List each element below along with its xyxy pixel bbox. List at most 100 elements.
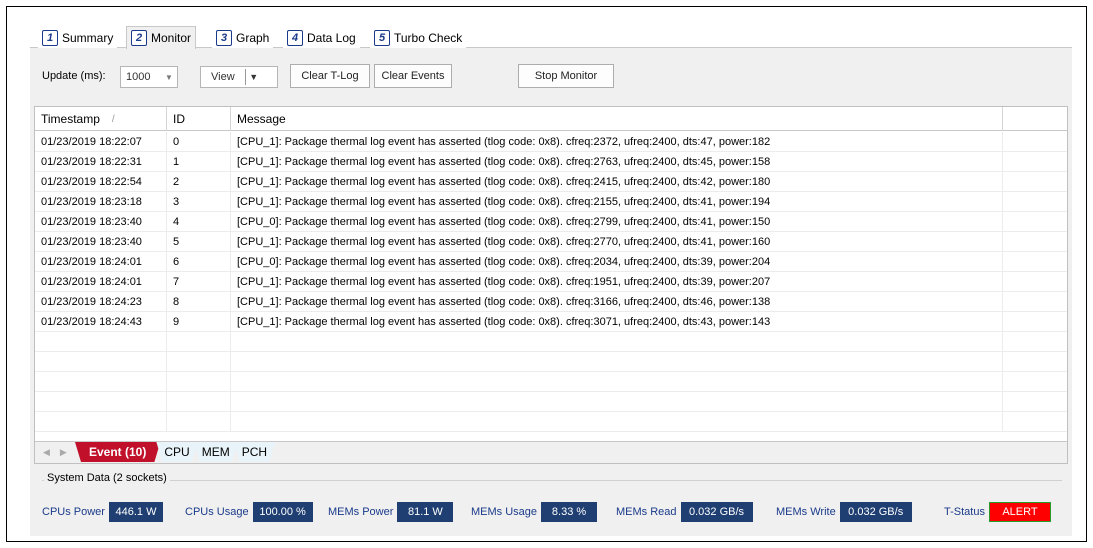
empty-table-row	[35, 332, 1067, 352]
tab-label: Graph	[236, 30, 270, 45]
bottom-tab-event[interactable]: Event (10)	[75, 442, 160, 462]
cell-empty	[1003, 232, 1067, 252]
tab-data-log[interactable]: 4 Data Log	[283, 27, 360, 48]
chevron-left-icon[interactable]: ◀	[43, 447, 50, 458]
cell-message: [CPU_1]: Package thermal log event has a…	[231, 192, 1003, 212]
cell-empty	[1003, 372, 1067, 392]
cell-timestamp: 01/23/2019 18:22:54	[35, 172, 167, 192]
empty-table-row	[35, 372, 1067, 392]
metric-value: 100.00 %	[252, 502, 313, 522]
cell-id: 0	[167, 132, 231, 152]
cell-timestamp: 01/23/2019 18:23:40	[35, 212, 167, 232]
bottom-tab-cpu[interactable]: CPU	[156, 442, 197, 462]
cell-timestamp	[35, 412, 167, 432]
view-dropdown-button[interactable]: View ▼	[200, 66, 278, 88]
column-header-message[interactable]: Message	[231, 107, 1003, 131]
metric-label: MEMs Usage	[471, 506, 538, 518]
cell-id: 2	[167, 172, 231, 192]
tab-scroll-arrows[interactable]: ◀ ▶	[35, 442, 79, 462]
cell-empty	[1003, 272, 1067, 292]
tab-summary[interactable]: 1 Summary	[38, 27, 118, 48]
chevron-down-icon: ▼	[249, 72, 259, 82]
cell-empty	[1003, 152, 1067, 172]
metric-value: 0.032 GB/s	[680, 502, 753, 522]
empty-table-row	[35, 412, 1067, 432]
table-row[interactable]: 01/23/2019 18:24:23 8 [CPU_1]: Package the…	[35, 292, 1067, 312]
table-row[interactable]: 01/23/2019 18:22:07 0 [CPU_1]: Package the…	[35, 132, 1067, 152]
table-row[interactable]: 01/23/2019 18:24:01 6 [CPU_0]: Package the…	[35, 252, 1067, 272]
metric-mems-read: MEMs Read 0.032 GB/s	[616, 502, 753, 522]
update-interval-value: 1000	[126, 71, 151, 83]
bottom-tab-mem[interactable]: MEM	[194, 442, 238, 462]
cell-timestamp	[35, 372, 167, 392]
metric-label: CPUs Power	[42, 506, 105, 518]
tab-number-icon: 4	[287, 29, 303, 46]
cell-message: [CPU_1]: Package thermal log event has a…	[231, 312, 1003, 332]
tab-label: Data Log	[307, 30, 356, 45]
metric-label: MEMs Read	[616, 506, 677, 518]
update-interval-combo[interactable]: 1000 ▼	[120, 66, 178, 88]
cell-empty	[1003, 132, 1067, 152]
metric-value: 446.1 W	[108, 502, 163, 522]
cell-timestamp: 01/23/2019 18:23:40	[35, 232, 167, 252]
tab-number-icon: 1	[42, 29, 58, 46]
table-row[interactable]: 01/23/2019 18:24:43 9 [CPU_1]: Package the…	[35, 312, 1067, 332]
table-row[interactable]: 01/23/2019 18:24:01 7 [CPU_1]: Package the…	[35, 272, 1067, 292]
metric-t-status: T-Status ALERT	[944, 502, 1051, 522]
column-header-timestamp[interactable]: Timestamp /	[35, 107, 167, 131]
cell-id	[167, 332, 231, 352]
cell-message: [CPU_0]: Package thermal log event has a…	[231, 252, 1003, 272]
cell-empty	[1003, 212, 1067, 232]
table-row[interactable]: 01/23/2019 18:23:40 4 [CPU_0]: Package the…	[35, 212, 1067, 232]
chevron-down-icon: ▼	[165, 72, 173, 82]
tab-turbo-check[interactable]: 5 Turbo Check	[370, 27, 467, 48]
cell-id: 5	[167, 232, 231, 252]
stop-monitor-button[interactable]: Stop Monitor	[518, 64, 614, 88]
chevron-right-icon[interactable]: ▶	[60, 447, 67, 458]
bottom-tab-pch[interactable]: PCH	[234, 442, 275, 462]
system-data-legend: System Data (2 sockets)	[44, 472, 170, 484]
cell-message	[231, 332, 1003, 352]
metric-value: 81.1 W	[397, 502, 454, 522]
table-row[interactable]: 01/23/2019 18:23:18 3 [CPU_1]: Package the…	[35, 192, 1067, 212]
table-row[interactable]: 01/23/2019 18:23:40 5 [CPU_1]: Package the…	[35, 232, 1067, 252]
cell-message	[231, 372, 1003, 392]
clear-tlog-button[interactable]: Clear T-Log	[290, 64, 370, 88]
cell-empty	[1003, 392, 1067, 412]
tab-graph[interactable]: 3 Graph	[212, 27, 274, 48]
cell-empty	[1003, 412, 1067, 432]
update-interval-label: Update (ms):	[42, 70, 106, 82]
cell-id	[167, 392, 231, 412]
cell-timestamp: 01/23/2019 18:24:01	[35, 252, 167, 272]
empty-table-row	[35, 352, 1067, 372]
table-row[interactable]: 01/23/2019 18:22:54 2 [CPU_1]: Package the…	[35, 172, 1067, 192]
sort-indicator-icon: /	[111, 113, 115, 125]
tab-number-icon: 2	[131, 30, 147, 46]
tab-monitor[interactable]: 2 Monitor	[126, 26, 197, 49]
cell-id: 9	[167, 312, 231, 332]
metric-label: MEMs Write	[776, 506, 836, 518]
cell-message: [CPU_1]: Package thermal log event has a…	[231, 232, 1003, 252]
tab-label: Monitor	[151, 31, 192, 45]
metric-mems-usage: MEMs Usage 8.33 %	[471, 502, 598, 522]
metric-label: CPUs Usage	[185, 506, 249, 518]
cell-message: [CPU_1]: Package thermal log event has a…	[231, 292, 1003, 312]
column-header-label: Timestamp	[41, 112, 100, 126]
cell-message: [CPU_1]: Package thermal log event has a…	[231, 132, 1003, 152]
column-header-id[interactable]: ID	[167, 107, 231, 131]
metric-cpus-power: CPUs Power 446.1 W	[42, 502, 163, 522]
cell-empty	[1003, 332, 1067, 352]
clear-events-button[interactable]: Clear Events	[374, 64, 452, 88]
metric-label: MEMs Power	[328, 506, 394, 518]
grid-header: Timestamp / ID Message	[35, 107, 1067, 131]
table-row[interactable]: 01/23/2019 18:22:31 1 [CPU_1]: Package the…	[35, 152, 1067, 172]
t-status-alert-badge: ALERT	[988, 502, 1051, 522]
monitor-toolbar: Update (ms): 1000 ▼ View ▼ Clear T-Log C…	[34, 50, 1068, 100]
cell-message: [CPU_1]: Package thermal log event has a…	[231, 272, 1003, 292]
cell-message	[231, 392, 1003, 412]
empty-table-row	[35, 392, 1067, 412]
metric-mems-write: MEMs Write 0.032 GB/s	[776, 502, 912, 522]
cell-timestamp: 01/23/2019 18:24:43	[35, 312, 167, 332]
cell-id: 4	[167, 212, 231, 232]
cell-timestamp	[35, 352, 167, 372]
